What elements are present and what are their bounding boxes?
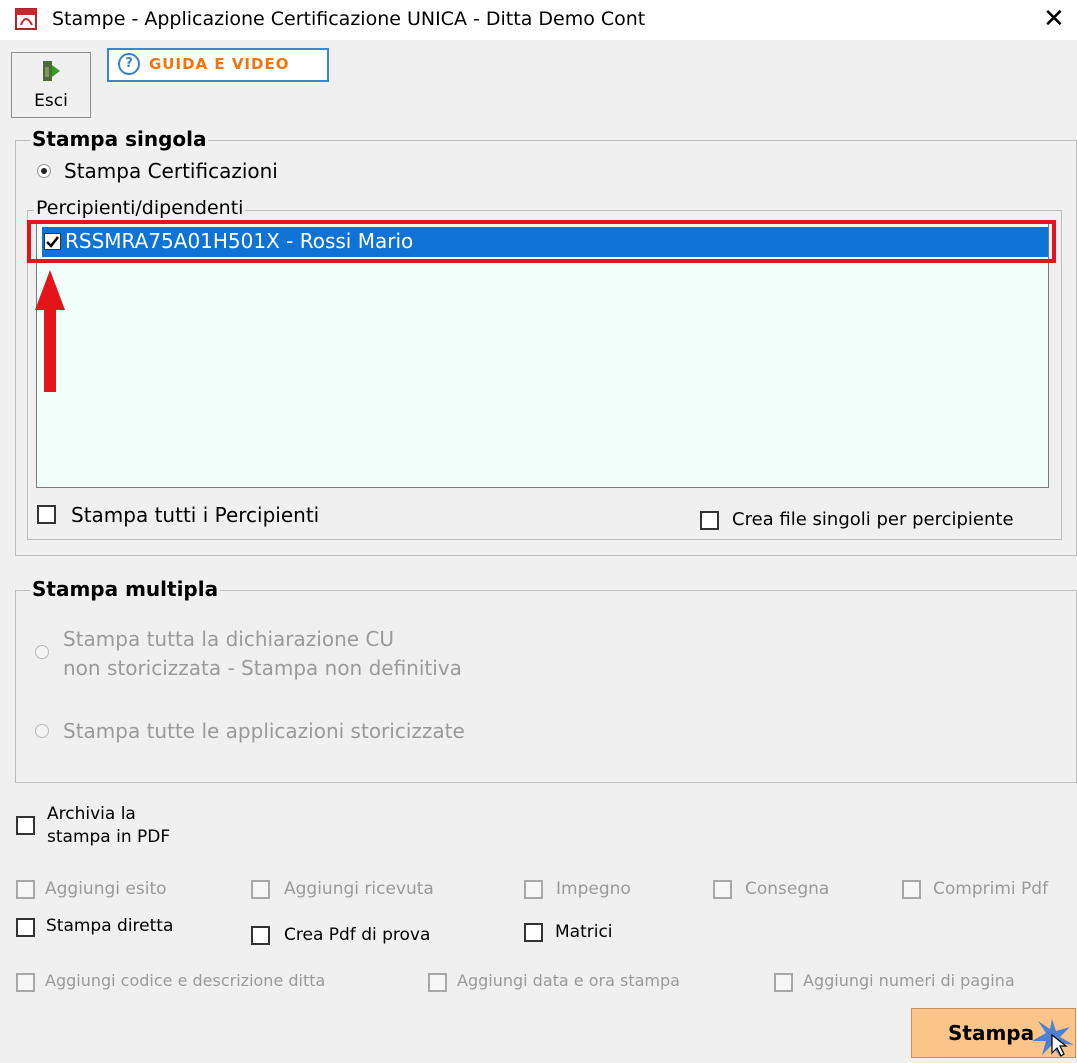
exit-door-icon xyxy=(43,61,60,81)
window-title: Stampe - Applicazione Certificazione UNI… xyxy=(52,8,646,30)
radio-stampa-certificazioni[interactable] xyxy=(37,164,51,178)
guida-label: GUIDA E VIDEO xyxy=(149,55,290,73)
stampa-multipla-group xyxy=(15,590,1077,783)
esci-button[interactable]: Esci xyxy=(11,52,91,118)
comprimi-pdf-label: Comprimi Pdf xyxy=(933,879,1049,899)
archivia-line2: stampa in PDF xyxy=(47,827,171,847)
aggiungi-data-label: Aggiungi data e ora stampa xyxy=(457,971,680,990)
impegno-checkbox[interactable] xyxy=(524,880,543,899)
stampa-diretta-label: Stampa diretta xyxy=(46,916,174,936)
tutta-dichiarazione-line1: Stampa tutta la dichiarazione CU xyxy=(63,627,395,651)
stampa-diretta-checkbox[interactable] xyxy=(16,918,35,937)
aggiungi-esito-label: Aggiungi esito xyxy=(45,879,167,899)
consegna-checkbox[interactable] xyxy=(713,880,732,899)
help-search-icon: ? xyxy=(118,53,140,75)
stampa-multipla-legend: Stampa multipla xyxy=(30,577,221,601)
highlight-frame xyxy=(27,220,1056,263)
consegna-label: Consegna xyxy=(745,879,830,899)
applicazioni-storicizzate-label: Stampa tutte le applicazioni storicizzat… xyxy=(63,719,465,743)
comprimi-pdf-checkbox[interactable] xyxy=(902,880,921,899)
crea-pdf-prova-label: Crea Pdf di prova xyxy=(284,925,431,945)
aggiungi-ricevuta-label: Aggiungi ricevuta xyxy=(284,879,434,899)
esci-label: Esci xyxy=(34,91,68,111)
percipienti-legend: Percipienti/dipendenti xyxy=(34,197,246,219)
aggiungi-esito-checkbox[interactable] xyxy=(16,880,35,899)
aggiungi-ricevuta-checkbox[interactable] xyxy=(251,880,270,899)
aggiungi-codice-checkbox[interactable] xyxy=(16,973,35,992)
aggiungi-numeri-label: Aggiungi numeri di pagina xyxy=(803,971,1015,990)
crea-file-singoli-label: Crea file singoli per percipiente xyxy=(732,509,1014,530)
stampa-label: Stampa xyxy=(948,1021,1035,1045)
pdf-app-icon xyxy=(15,8,37,30)
archivia-line1: Archivia la xyxy=(47,804,136,824)
aggiungi-codice-label: Aggiungi codice e descrizione ditta xyxy=(45,971,326,990)
matrici-label: Matrici xyxy=(555,922,613,942)
crea-pdf-prova-checkbox[interactable] xyxy=(251,926,270,945)
stampa-singola-legend: Stampa singola xyxy=(30,127,209,151)
click-sparkle-icon xyxy=(1032,1019,1074,1057)
red-arrow-annotation xyxy=(35,270,65,392)
matrici-checkbox[interactable] xyxy=(524,923,543,942)
radio-stampa-certificazioni-label: Stampa Certificazioni xyxy=(64,159,278,183)
stampa-tutti-checkbox[interactable] xyxy=(37,505,56,524)
title-bar: Stampe - Applicazione Certificazione UNI… xyxy=(0,0,1077,40)
close-icon[interactable]: ✕ xyxy=(1043,4,1065,34)
aggiungi-numeri-checkbox[interactable] xyxy=(774,973,793,992)
crea-file-singoli-checkbox[interactable] xyxy=(700,511,719,530)
aggiungi-data-checkbox[interactable] xyxy=(428,973,447,992)
stampa-tutti-label: Stampa tutti i Percipienti xyxy=(71,503,320,527)
tutta-dichiarazione-line2: non storicizzata - Stampa non definitiva xyxy=(63,656,462,680)
guida-video-button[interactable]: ? GUIDA E VIDEO xyxy=(107,48,329,82)
radio-applicazioni-storicizzate[interactable] xyxy=(35,724,49,738)
radio-tutta-dichiarazione[interactable] xyxy=(35,645,49,659)
stampa-button[interactable]: Stampa xyxy=(911,1008,1076,1058)
archivia-pdf-checkbox[interactable] xyxy=(16,816,35,835)
impegno-label: Impegno xyxy=(556,879,631,899)
